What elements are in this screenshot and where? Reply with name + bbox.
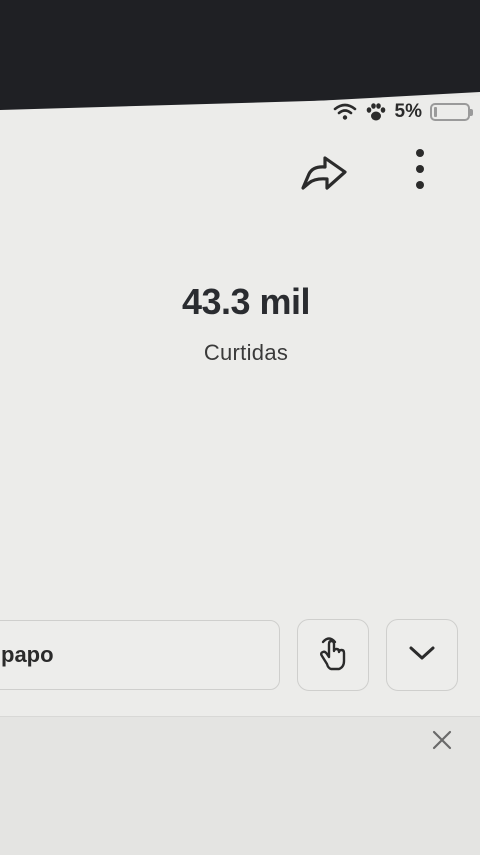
close-icon xyxy=(430,730,454,755)
wifi-icon xyxy=(333,103,357,121)
more-vertical-icon xyxy=(408,149,432,199)
bottom-banner xyxy=(0,716,480,855)
close-banner-button[interactable] xyxy=(430,728,454,752)
status-bar: 5% xyxy=(333,100,473,124)
likes-label: Curtidas xyxy=(203,340,289,365)
more-options-button[interactable] xyxy=(408,146,432,196)
battery-icon xyxy=(430,103,473,121)
share-button[interactable] xyxy=(297,150,349,196)
comment-input-text: papo xyxy=(1,642,54,667)
hand-tap-icon xyxy=(316,634,350,677)
tap-button[interactable] xyxy=(297,619,369,691)
share-icon xyxy=(297,156,349,199)
battery-percent: 5% xyxy=(394,101,422,122)
likes-count: 43.3 mil xyxy=(181,281,311,322)
expand-button[interactable] xyxy=(386,619,458,691)
chevron-down-icon xyxy=(408,644,436,667)
paw-icon xyxy=(365,102,387,122)
comment-input[interactable]: papo xyxy=(0,620,280,690)
